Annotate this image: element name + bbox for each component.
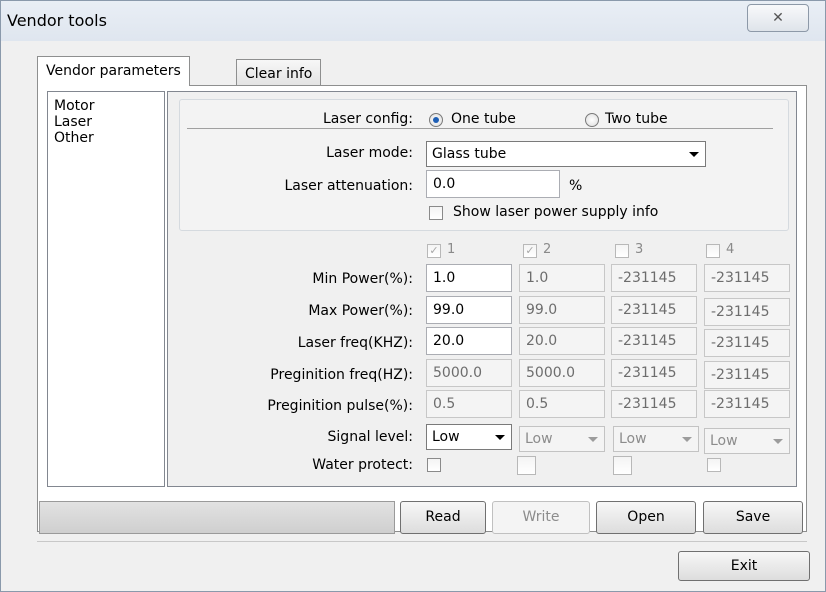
preginition-pulse-tube-4[interactable]: -231145 [704,390,790,418]
tube-1-label: 1 [447,242,456,257]
preginition-freq-tube-1[interactable]: 5000.0 [426,359,512,387]
laser-attenuation-input[interactable]: 0.0 [426,170,560,198]
preginition-freq-tube-4[interactable]: -231145 [704,361,790,389]
chevron-down-icon [682,437,692,442]
save-button[interactable]: Save [703,501,803,534]
radio-two-tube-label: Two tube [605,111,668,127]
list-item-other[interactable]: Other [54,130,94,146]
preginition-pulse-tube-2[interactable]: 0.5 [519,390,605,418]
signal-level-tube-3[interactable]: Low [613,426,699,452]
min-power-tube-3[interactable]: -231145 [611,264,697,292]
water-protect-tube-2[interactable] [517,456,536,475]
laser-freq-tube-1[interactable]: 20.0 [426,327,512,355]
chevron-down-icon [689,152,699,157]
signal-level-tube-4-value: Low [710,433,738,449]
progress-bar [39,501,395,534]
tab-clear-info[interactable]: Clear info [236,59,322,86]
radio-two-tube[interactable] [585,113,599,127]
write-button[interactable]: Write [492,501,590,534]
list-item-motor[interactable]: Motor [54,98,94,114]
group-separator [187,128,773,129]
preginition-pulse-label: Preginition pulse(%): [267,398,413,414]
laser-freq-tube-4[interactable]: -231145 [704,329,790,357]
chevron-down-icon [773,439,783,444]
chevron-down-icon [495,435,505,440]
preginition-freq-tube-2[interactable]: 5000.0 [519,359,605,387]
water-protect-label: Water protect: [312,457,413,473]
radio-one-tube-label: One tube [451,111,516,127]
signal-level-tube-1-value: Low [432,429,460,445]
signal-level-tube-3-value: Low [619,431,647,447]
preginition-freq-tube-3[interactable]: -231145 [611,359,697,387]
laser-mode-label: Laser mode: [326,145,413,161]
max-power-tube-3[interactable]: -231145 [611,296,697,324]
tube-4-label: 4 [726,242,735,257]
chevron-down-icon [588,437,598,442]
max-power-tube-2[interactable]: 99.0 [519,296,605,324]
show-supply-checkbox[interactable] [429,206,443,220]
read-button[interactable]: Read [400,501,486,534]
preginition-pulse-tube-3[interactable]: -231145 [611,390,697,418]
water-protect-tube-1[interactable] [427,458,441,472]
laser-freq-label: Laser freq(KHZ): [297,335,413,351]
show-supply-label: Show laser power supply info [453,204,659,220]
close-button[interactable]: ✕ [747,4,809,32]
open-button[interactable]: Open [596,501,696,534]
max-power-tube-1[interactable]: 99.0 [426,296,512,324]
tube-3-label: 3 [635,242,644,257]
signal-level-tube-2-value: Low [525,431,553,447]
water-protect-tube-3[interactable] [613,456,632,475]
signal-level-label: Signal level: [327,429,413,445]
tube-1-checkbox[interactable]: ✓ [427,244,441,258]
close-icon: ✕ [772,10,784,26]
laser-attenuation-label: Laser attenuation: [284,178,413,194]
laser-freq-tube-2[interactable]: 20.0 [519,327,605,355]
min-power-tube-2[interactable]: 1.0 [519,264,605,292]
signal-level-tube-4[interactable]: Low [704,428,790,454]
water-protect-tube-4[interactable] [707,458,721,472]
min-power-tube-4[interactable]: -231145 [704,264,790,292]
tube-2-checkbox[interactable]: ✓ [523,244,537,258]
laser-config-label: Laser config: [322,111,413,127]
list-item-laser[interactable]: Laser [54,114,92,130]
category-list: Motor Laser Other [47,91,165,487]
tube-3-checkbox[interactable] [615,244,629,258]
signal-level-tube-2[interactable]: Low [519,426,605,452]
preginition-freq-label: Preginition freq(HZ): [270,367,413,383]
laser-mode-select[interactable]: Glass tube [426,141,706,167]
tube-4-checkbox[interactable] [706,244,720,258]
preginition-pulse-tube-1[interactable]: 0.5 [426,390,512,418]
divider [37,541,807,542]
exit-button[interactable]: Exit [678,551,810,581]
tab-vendor-parameters[interactable]: Vendor parameters [37,56,190,86]
max-power-tube-4[interactable]: -231145 [704,298,790,326]
title-bar: Vendor tools ✕ [1,1,825,41]
attenuation-unit: % [569,178,583,194]
signal-level-tube-1[interactable]: Low [426,424,512,450]
laser-mode-value: Glass tube [432,146,507,162]
vendor-tools-window: Vendor tools ✕ Vendor parameters Clear i… [0,0,826,592]
max-power-label: Max Power(%): [308,303,413,319]
radio-one-tube[interactable] [429,113,443,127]
tube-2-label: 2 [543,242,552,257]
window-title: Vendor tools [7,11,107,30]
laser-freq-tube-3[interactable]: -231145 [611,327,697,355]
min-power-tube-1[interactable]: 1.0 [426,264,512,292]
min-power-label: Min Power(%): [312,271,413,287]
